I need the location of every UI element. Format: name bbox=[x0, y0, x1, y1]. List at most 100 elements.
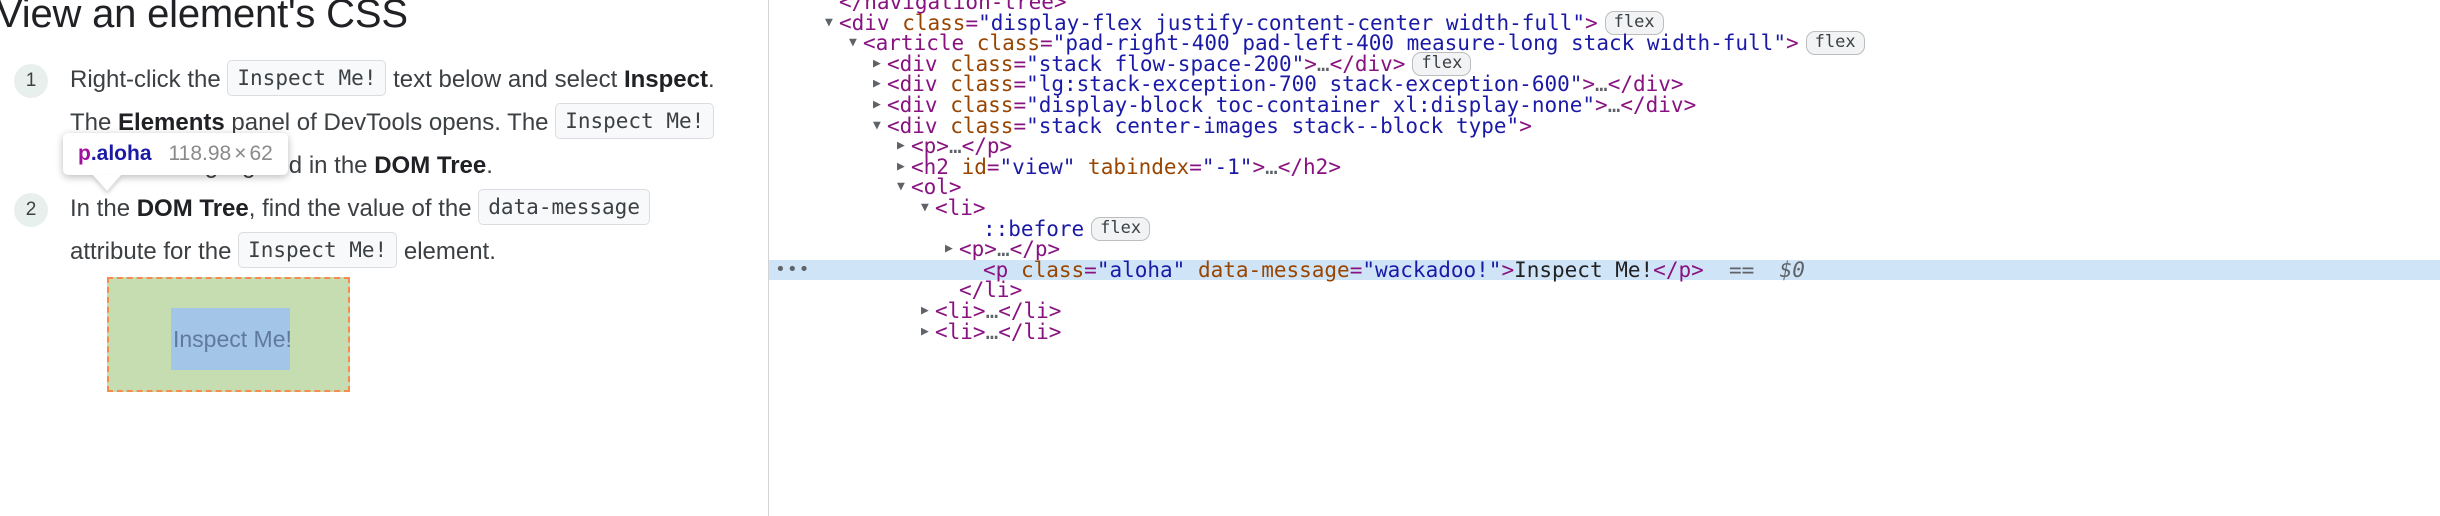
expand-triangle-placeholder-icon bbox=[969, 260, 983, 281]
dom-tree-row[interactable]: ::before flex bbox=[769, 216, 2440, 241]
dom-node-markup: <div class="lg:stack-exception-700 stack… bbox=[887, 74, 1684, 95]
dom-node-markup: <div class="display-block toc-container … bbox=[887, 92, 1697, 117]
code-token: </h2> bbox=[1277, 154, 1341, 179]
dom-tree-row[interactable]: ▼ <li> bbox=[769, 197, 2440, 219]
code-token: </div> bbox=[1620, 92, 1697, 117]
code-token: class bbox=[1020, 257, 1085, 282]
expand-triangle-open-icon[interactable]: ▼ bbox=[921, 198, 935, 219]
dom-node-markup: <ol> bbox=[911, 177, 962, 198]
code-token: > bbox=[1501, 257, 1515, 282]
expand-triangle-closed-icon[interactable]: ▶ bbox=[897, 136, 911, 157]
plain-text: Right-click the bbox=[70, 66, 228, 93]
code-token: "view" bbox=[999, 154, 1076, 179]
code-token: Inspect Me! bbox=[1514, 257, 1654, 282]
inspect-me-text[interactable]: Inspect Me! bbox=[171, 326, 292, 353]
element-info-tooltip: p .aloha 118.98 × 62 bbox=[63, 133, 288, 191]
dom-node-markup: <div class="stack flow-space-200">…</div… bbox=[887, 53, 1405, 75]
expand-triangle-closed-icon[interactable]: ▶ bbox=[921, 301, 935, 322]
code-token: = bbox=[1189, 154, 1202, 179]
expand-triangle-closed-icon[interactable]: ▶ bbox=[873, 95, 887, 116]
dom-tree-row[interactable]: ▶ <p>…</p> bbox=[769, 136, 2440, 157]
plain-text: text below and select bbox=[386, 66, 624, 93]
plain-text: attribute for the bbox=[70, 238, 239, 265]
dom-node-markup: <li> bbox=[935, 197, 986, 219]
flex-badge[interactable]: flex bbox=[1805, 31, 1865, 56]
more-options-dots-icon[interactable]: ••• bbox=[775, 259, 811, 281]
inline-code-chip: Inspect Me! bbox=[238, 232, 398, 268]
expand-triangle-closed-icon[interactable]: ▶ bbox=[945, 239, 959, 260]
expand-triangle-placeholder-icon bbox=[825, 0, 839, 13]
expand-triangle-open-icon[interactable]: ▼ bbox=[849, 33, 863, 54]
step-text: In the DOM Tree, find the value of the d… bbox=[70, 187, 720, 273]
expand-triangle-closed-icon[interactable]: ▶ bbox=[897, 157, 911, 178]
inline-code-chip: Inspect Me! bbox=[227, 60, 387, 96]
expand-triangle-closed-icon[interactable]: ▶ bbox=[873, 74, 887, 95]
dom-tree-row[interactable]: ▼ <ol> bbox=[769, 177, 2440, 198]
dom-node-markup: <div class="stack center-images stack--b… bbox=[887, 113, 1532, 138]
dom-tree: </navigation-tree> ▼ <div class="display-f… bbox=[769, 0, 2440, 342]
dom-tree-row[interactable]: ▶ <div class="display-block toc-container… bbox=[769, 92, 2440, 117]
code-token: … bbox=[1607, 92, 1621, 117]
code-token: … bbox=[985, 319, 999, 344]
inline-code-chip: data-message bbox=[478, 189, 650, 225]
tooltip-dimensions: 118.98 × 62 bbox=[169, 142, 273, 166]
tooltip-width: 118.98 bbox=[168, 142, 232, 165]
dom-tree-row[interactable]: ▼ <article class="pad-right-400 pad-left-… bbox=[769, 31, 2440, 56]
expand-triangle-open-icon[interactable]: ▼ bbox=[897, 177, 911, 198]
expand-triangle-open-icon[interactable]: ▼ bbox=[873, 116, 887, 137]
code-token: tabindex bbox=[1088, 154, 1190, 179]
code-token: data-message bbox=[1197, 257, 1350, 282]
dom-tree-row[interactable]: ▶ <p>…</p> bbox=[769, 239, 2440, 260]
dom-node-markup: <p>…</p> bbox=[959, 239, 1060, 260]
screenshot-root: View an element's CSS 1 Right-click the I… bbox=[0, 0, 2440, 516]
emphasis-text: DOM Tree bbox=[374, 152, 487, 179]
expand-triangle-closed-icon[interactable]: ▶ bbox=[873, 54, 887, 75]
expand-triangle-closed-icon[interactable]: ▶ bbox=[921, 322, 935, 343]
step-number-badge: 1 bbox=[14, 64, 48, 98]
dom-tree-row[interactable]: ▼ <div class="display-flex justify-conten… bbox=[769, 10, 2440, 35]
dom-tree-row[interactable]: ▼ <div class="stack center-images stack--… bbox=[769, 113, 2440, 138]
plain-text: . bbox=[486, 152, 493, 179]
dom-node-markup: <article class="pad-right-400 pad-left-4… bbox=[863, 33, 1799, 54]
dom-tree-row[interactable]: ▶ <li>…</li> bbox=[769, 300, 2440, 322]
emphasis-text: Inspect bbox=[623, 66, 708, 93]
code-token: == $0 bbox=[1703, 257, 1805, 282]
dom-tree-row[interactable]: ▶ <h2 id="view" tabindex="-1">…</h2> bbox=[769, 154, 2440, 179]
expand-triangle-open-icon[interactable]: ▼ bbox=[825, 13, 839, 34]
dom-node-markup: </li> bbox=[959, 280, 1022, 301]
tooltip-class-name: .aloha bbox=[90, 142, 152, 165]
dom-tree-row[interactable]: ▶ <div class="stack flow-space-200">…</di… bbox=[769, 52, 2440, 77]
code-token: = bbox=[1013, 113, 1027, 138]
dom-tree-row[interactable]: ▶ <div class="lg:stack-exception-700 stac… bbox=[769, 74, 2440, 95]
plain-text: panel of DevTools opens. The bbox=[224, 109, 556, 136]
element-highlight-content-box: Inspect Me! bbox=[171, 308, 292, 370]
emphasis-text: Elements bbox=[118, 109, 225, 136]
code-token: = bbox=[1349, 257, 1363, 282]
code-token: > bbox=[1252, 154, 1266, 179]
inline-code-chip: Inspect Me! bbox=[555, 103, 715, 139]
dom-tree-row[interactable]: ▶ <li>…</li> bbox=[769, 319, 2440, 344]
code-token: "stack center-images stack--block type" bbox=[1026, 113, 1520, 138]
code-token: </p> bbox=[1653, 257, 1704, 282]
plain-text: element. bbox=[397, 238, 496, 265]
devtools-elements-panel[interactable]: </navigation-tree> ▼ <div class="display-f… bbox=[769, 0, 2440, 516]
code-token: > bbox=[1595, 92, 1608, 117]
emphasis-text: DOM Tree bbox=[136, 195, 249, 222]
code-token: > bbox=[1519, 113, 1532, 138]
dom-tree-row-selected[interactable]: ••• <p class="aloha" data-message="wacka… bbox=[769, 257, 2440, 282]
flex-badge[interactable]: flex bbox=[1091, 216, 1151, 241]
code-token: <li> bbox=[935, 319, 986, 344]
tooltip-arrow-icon bbox=[93, 175, 121, 191]
code-token: > bbox=[1785, 31, 1799, 56]
page-title: View an element's CSS bbox=[0, 0, 408, 36]
code-token: "-1" bbox=[1201, 154, 1253, 179]
code-token: … bbox=[1265, 154, 1278, 179]
tooltip-times-symbol: × bbox=[234, 142, 247, 165]
code-token: = bbox=[986, 154, 1000, 179]
code-token: id bbox=[961, 154, 987, 179]
step-number-badge: 2 bbox=[14, 193, 48, 227]
dom-node-markup: <li>…</li> bbox=[935, 319, 1061, 344]
dom-tree-row[interactable]: </li> bbox=[769, 280, 2440, 301]
